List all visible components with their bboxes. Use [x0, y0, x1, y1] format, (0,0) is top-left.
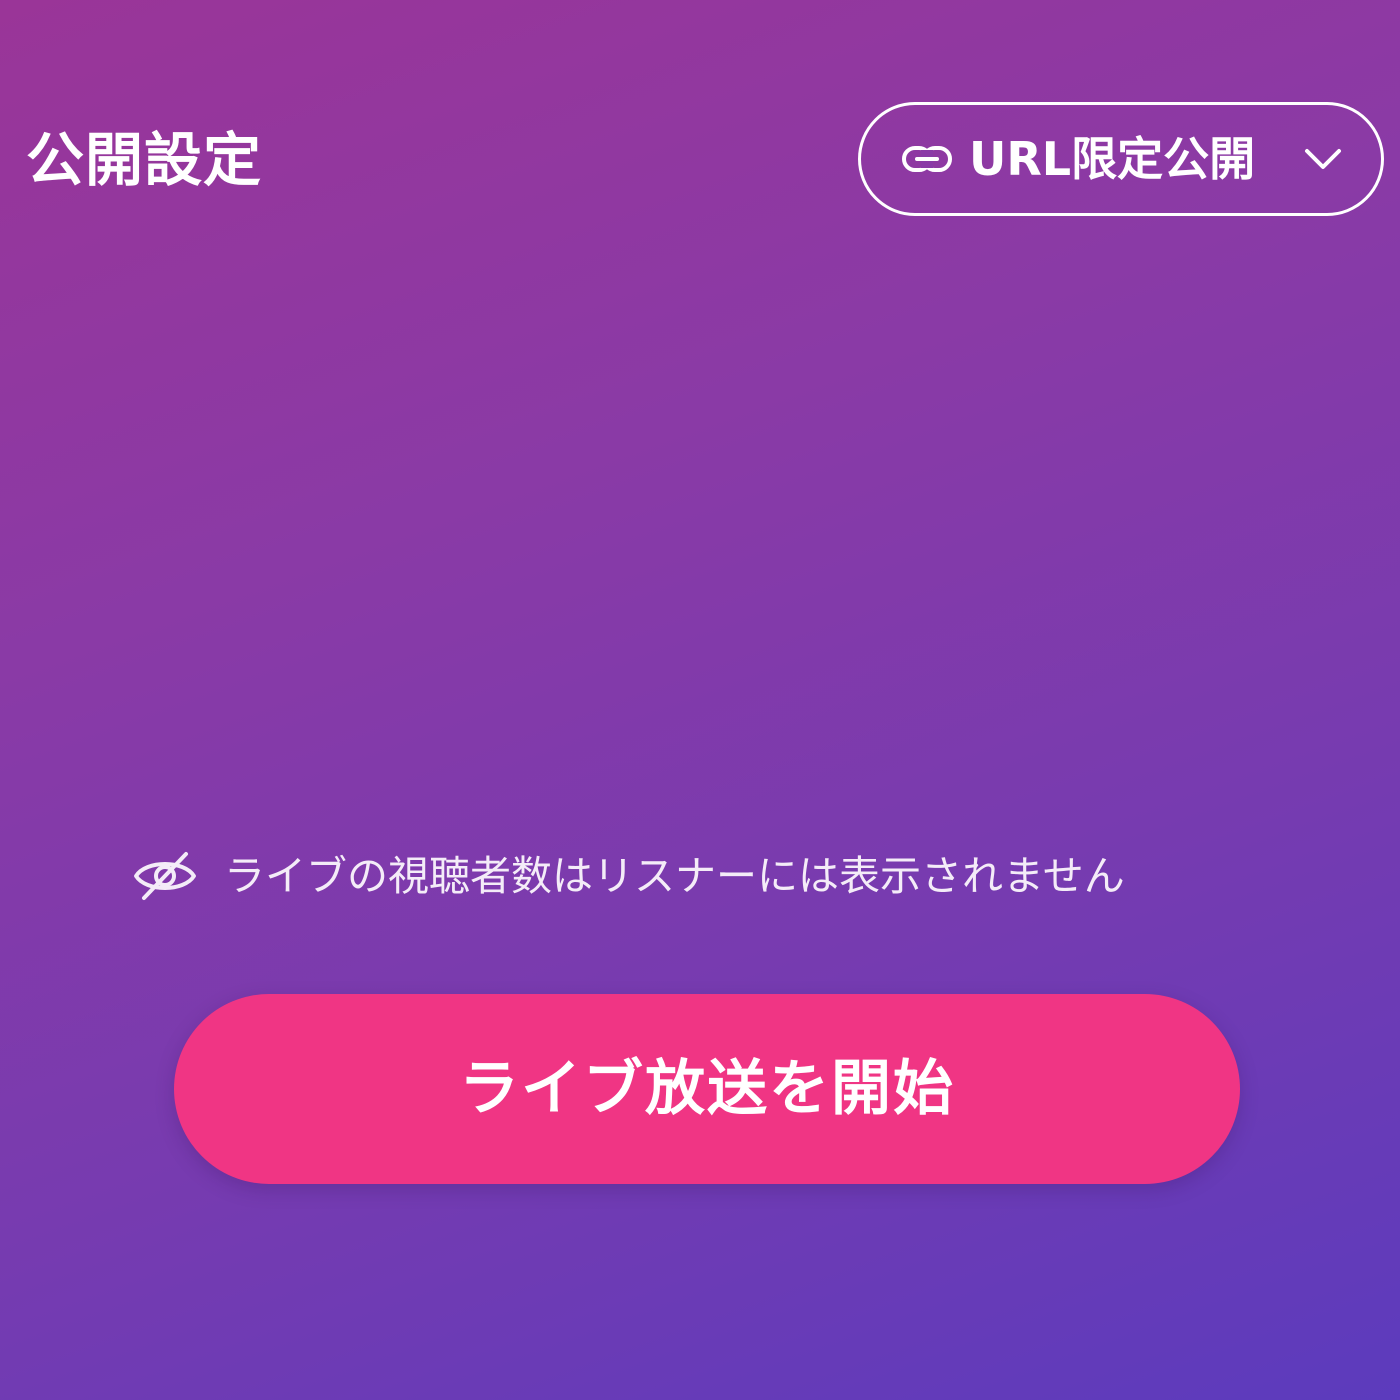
visibility-selected-value: URL限定公開 [969, 132, 1256, 186]
visibility-dropdown[interactable]: URL限定公開 [858, 102, 1384, 216]
start-live-button[interactable]: ライブ放送を開始 [174, 994, 1240, 1184]
chevron-down-icon [1301, 137, 1345, 181]
link-icon [901, 139, 953, 179]
page-title: 公開設定 [26, 126, 263, 194]
eye-off-icon [132, 848, 198, 904]
start-live-button-label: ライブ放送を開始 [459, 1054, 955, 1124]
viewer-count-notice: ライブの視聴者数はリスナーには表示されません [132, 840, 1312, 912]
notice-text: ライブの視聴者数はリスナーには表示されません [224, 852, 1125, 900]
